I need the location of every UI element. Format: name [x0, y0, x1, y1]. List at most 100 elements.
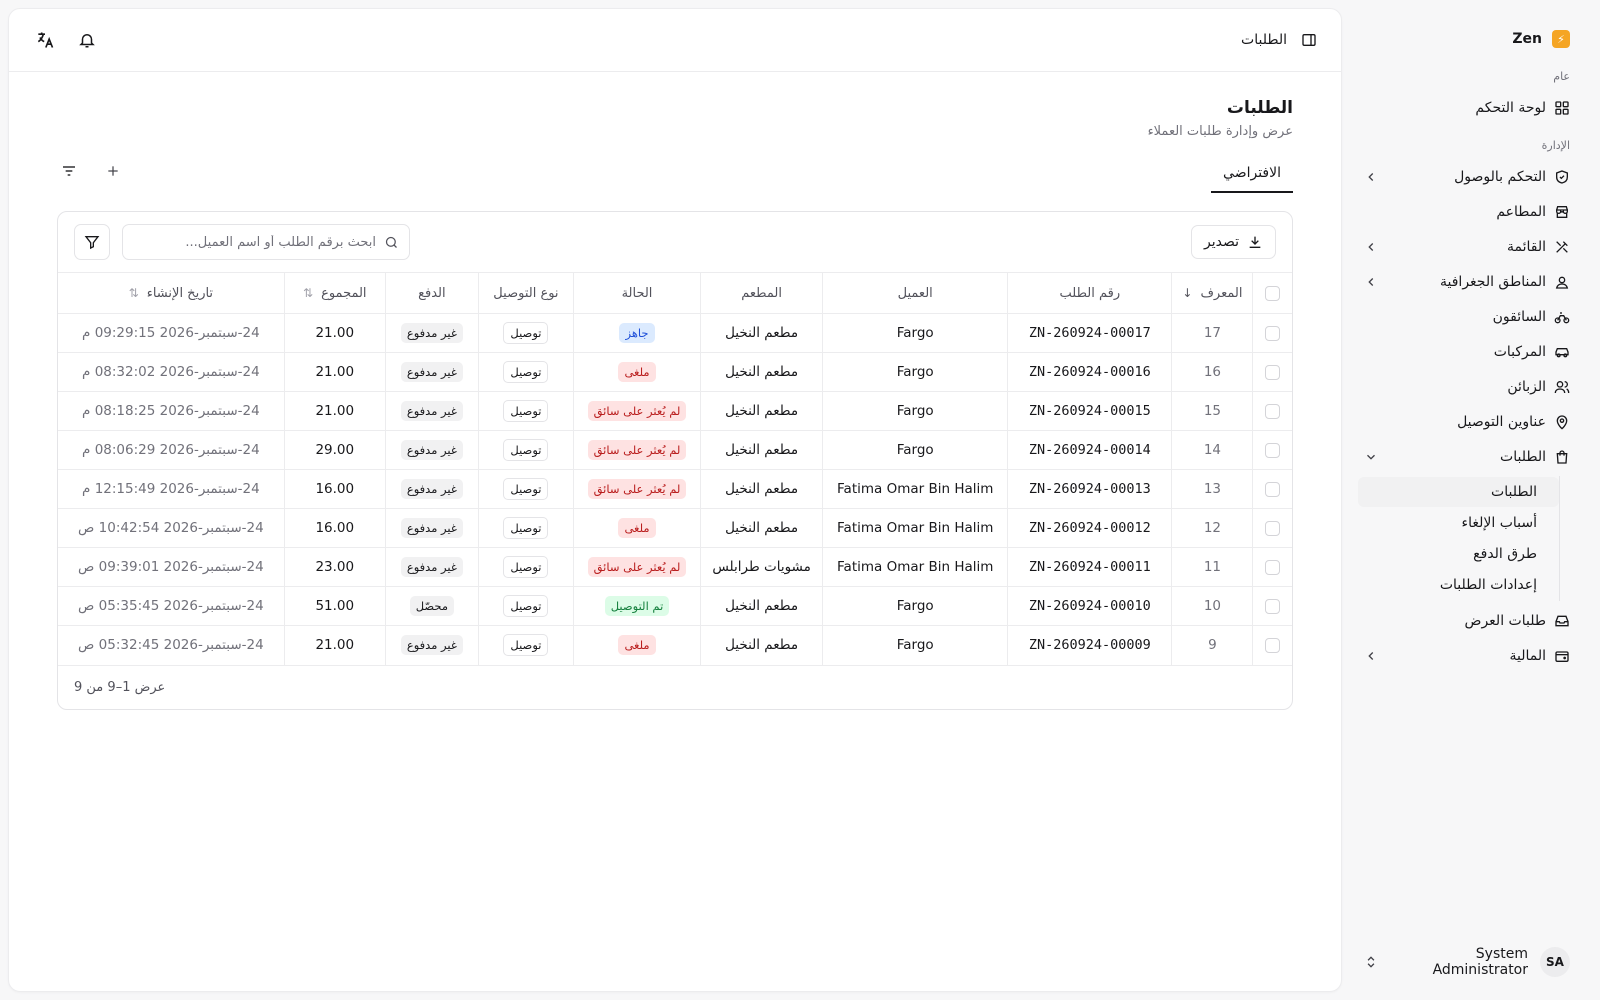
column-header-payment: الدفع [384, 272, 479, 314]
sidebar-item-customers[interactable]: الزبائن [1358, 369, 1576, 404]
cell-status: ملغى [572, 625, 701, 665]
sidebar-item-vehicles[interactable]: المركبات [1358, 334, 1576, 369]
cell-id: 10 [1171, 586, 1253, 626]
row-checkbox[interactable] [1265, 403, 1281, 419]
cell-id: 17 [1171, 313, 1253, 353]
delivery-type-badge: توصيل [503, 478, 549, 500]
orders-submenu: الطلبات أسباب الإلغاء طرق الدفع إعدادات … [1358, 476, 1560, 601]
cell-customer: Fatima Omar Bin Halim [822, 547, 1008, 587]
row-checkbox[interactable] [1265, 598, 1281, 614]
cell-total: 16.00 [283, 469, 386, 509]
cell-order-no[interactable]: ZN-260924-00012 [1007, 508, 1172, 548]
cell-order-no[interactable]: ZN-260924-00009 [1007, 625, 1172, 665]
table-row[interactable]: 12 ZN-260924-00012 Fatima Omar Bin Halim مط… [58, 508, 1292, 548]
cell-customer: Fatima Omar Bin Halim [822, 469, 1008, 509]
search-input[interactable] [133, 234, 376, 250]
bell-icon[interactable] [75, 28, 99, 52]
row-checkbox[interactable] [1265, 364, 1281, 380]
cell-order-no[interactable]: ZN-260924-00011 [1007, 547, 1172, 587]
cell-status: لم يُعثر على سائق [572, 547, 701, 587]
payment-badge: غير مدفوع [400, 635, 463, 656]
cell-restaurant: مطعم النخيل [700, 313, 823, 353]
table-row[interactable]: 15 ZN-260924-00015 Fargo مطعم النخيل لم يُعث… [58, 391, 1292, 431]
utensils-icon [1554, 239, 1570, 255]
cell-created-at: 24-سبتمبر-2026 08:18:25 م [58, 391, 285, 431]
column-header-id[interactable]: المعرف ↓ [1171, 272, 1253, 314]
cell-order-no[interactable]: ZN-260924-00015 [1007, 391, 1172, 431]
column-header-restaurant: المطعم [700, 272, 823, 314]
cell-restaurant: مطعم النخيل [700, 586, 823, 626]
sidebar-item-orders[interactable]: الطلبات [1358, 439, 1576, 474]
row-checkbox[interactable] [1265, 520, 1281, 536]
view-filter-icon[interactable] [57, 159, 81, 183]
sidebar-item-quote-requests[interactable]: طلبات العرض [1358, 603, 1576, 638]
row-checkbox[interactable] [1265, 637, 1281, 653]
cell-payment: غير مدفوع [384, 352, 479, 392]
user-menu[interactable]: SA System Administrator [1358, 942, 1576, 982]
cell-order-no[interactable]: ZN-260924-00017 [1007, 313, 1172, 353]
row-checkbox[interactable] [1265, 481, 1281, 497]
add-view-icon[interactable] [101, 159, 125, 183]
table-row[interactable]: 17 ZN-260924-00017 Fargo مطعم النخيل جاهز توص… [58, 313, 1292, 353]
status-badge: ملغى [618, 635, 656, 656]
export-button[interactable]: تصدير [1190, 225, 1276, 259]
submenu-item-cancel-reasons[interactable]: أسباب الإلغاء [1358, 508, 1559, 538]
sidebar-toggle-icon[interactable] [1297, 28, 1321, 52]
cell-id: 14 [1171, 430, 1253, 470]
cell-order-no[interactable]: ZN-260924-00013 [1007, 469, 1172, 509]
cell-order-no[interactable]: ZN-260924-00016 [1007, 352, 1172, 392]
payment-badge: غير مدفوع [400, 401, 463, 421]
cell-delivery-type: توصيل [477, 625, 574, 665]
tab-default[interactable]: الافتراضي [1211, 165, 1293, 193]
sidebar-item-menu[interactable]: القائمة [1358, 229, 1576, 264]
cell-payment: غير مدفوع [384, 508, 479, 548]
sidebar-item-finance[interactable]: المالية [1358, 638, 1576, 673]
table-row[interactable]: 14 ZN-260924-00014 Fargo مطعم النخيل لم يُعث… [58, 430, 1292, 470]
table-row[interactable]: 13 ZN-260924-00013 Fatima Omar Bin Halim مط… [58, 469, 1292, 509]
submenu-item-payment-methods[interactable]: طرق الدفع [1358, 539, 1559, 569]
brand[interactable]: ⚡ Zen [1358, 22, 1576, 56]
language-icon[interactable] [33, 28, 57, 52]
status-badge: تم التوصيل [604, 596, 670, 616]
row-checkbox[interactable] [1265, 559, 1281, 575]
row-select-cell [1252, 352, 1292, 392]
sidebar-item-label: لوحة التحكم [1475, 99, 1546, 116]
sidebar-item-label: المالية [1509, 647, 1546, 664]
column-header-created-at[interactable]: تاريخ الإنشاء ⇅ [58, 272, 285, 314]
cell-payment: محصّل [384, 586, 479, 626]
sidebar-item-label: التحكم بالوصول [1454, 168, 1546, 185]
table-row[interactable]: 16 ZN-260924-00016 Fargo مطعم النخيل ملغى توص… [58, 352, 1292, 392]
table-row[interactable]: 10 ZN-260924-00010 Fargo مطعم النخيل تم التو… [58, 586, 1292, 626]
filter-button[interactable] [74, 224, 110, 260]
submenu-item-orders[interactable]: الطلبات [1358, 477, 1559, 507]
cell-id: 11 [1171, 547, 1253, 587]
cell-order-no[interactable]: ZN-260924-00014 [1007, 430, 1172, 470]
cell-restaurant: مشويات طرابلس [700, 547, 823, 587]
sidebar-item-delivery-addresses[interactable]: عناوين التوصيل [1358, 404, 1576, 439]
column-label: تاريخ الإنشاء [146, 285, 214, 301]
sidebar: ⚡ Zen عام لوحة التحكم الإدارة التحكم بال… [1342, 0, 1600, 1000]
sidebar-item-access-control[interactable]: التحكم بالوصول [1358, 159, 1576, 194]
sidebar-item-zones[interactable]: المناطق الجغرافية [1358, 264, 1576, 299]
row-select-cell [1252, 430, 1292, 470]
status-badge: لم يُعثر على سائق [587, 557, 687, 577]
cell-order-no[interactable]: ZN-260924-00010 [1007, 586, 1172, 626]
cell-delivery-type: توصيل [477, 313, 574, 353]
column-header-total[interactable]: المجموع ⇅ [283, 272, 386, 314]
submenu-item-order-settings[interactable]: إعدادات الطلبات [1358, 570, 1559, 600]
sidebar-item-dashboard[interactable]: لوحة التحكم [1358, 90, 1576, 125]
column-label: المجموع [321, 285, 367, 301]
sidebar-item-drivers[interactable]: السائقون [1358, 299, 1576, 334]
table-row[interactable]: 11 ZN-260924-00011 Fatima Omar Bin Halim مش… [58, 547, 1292, 587]
select-all-checkbox[interactable] [1265, 285, 1281, 301]
orders-table-card: تصدير ابحث برقم الطلب أو اسم العميل... ا… [57, 211, 1293, 710]
row-checkbox[interactable] [1265, 325, 1281, 341]
sidebar-item-restaurants[interactable]: المطاعم [1358, 194, 1576, 229]
store-icon [1554, 204, 1570, 220]
row-checkbox[interactable] [1265, 442, 1281, 458]
avatar: SA [1540, 947, 1570, 977]
orders-table-body: 17 ZN-260924-00017 Fargo مطعم النخيل جاهز توص… [58, 313, 1292, 665]
sidebar-item-label: الزبائن [1507, 378, 1546, 395]
table-row[interactable]: 9 ZN-260924-00009 Fargo مطعم النخيل ملغى توصي… [58, 625, 1292, 665]
